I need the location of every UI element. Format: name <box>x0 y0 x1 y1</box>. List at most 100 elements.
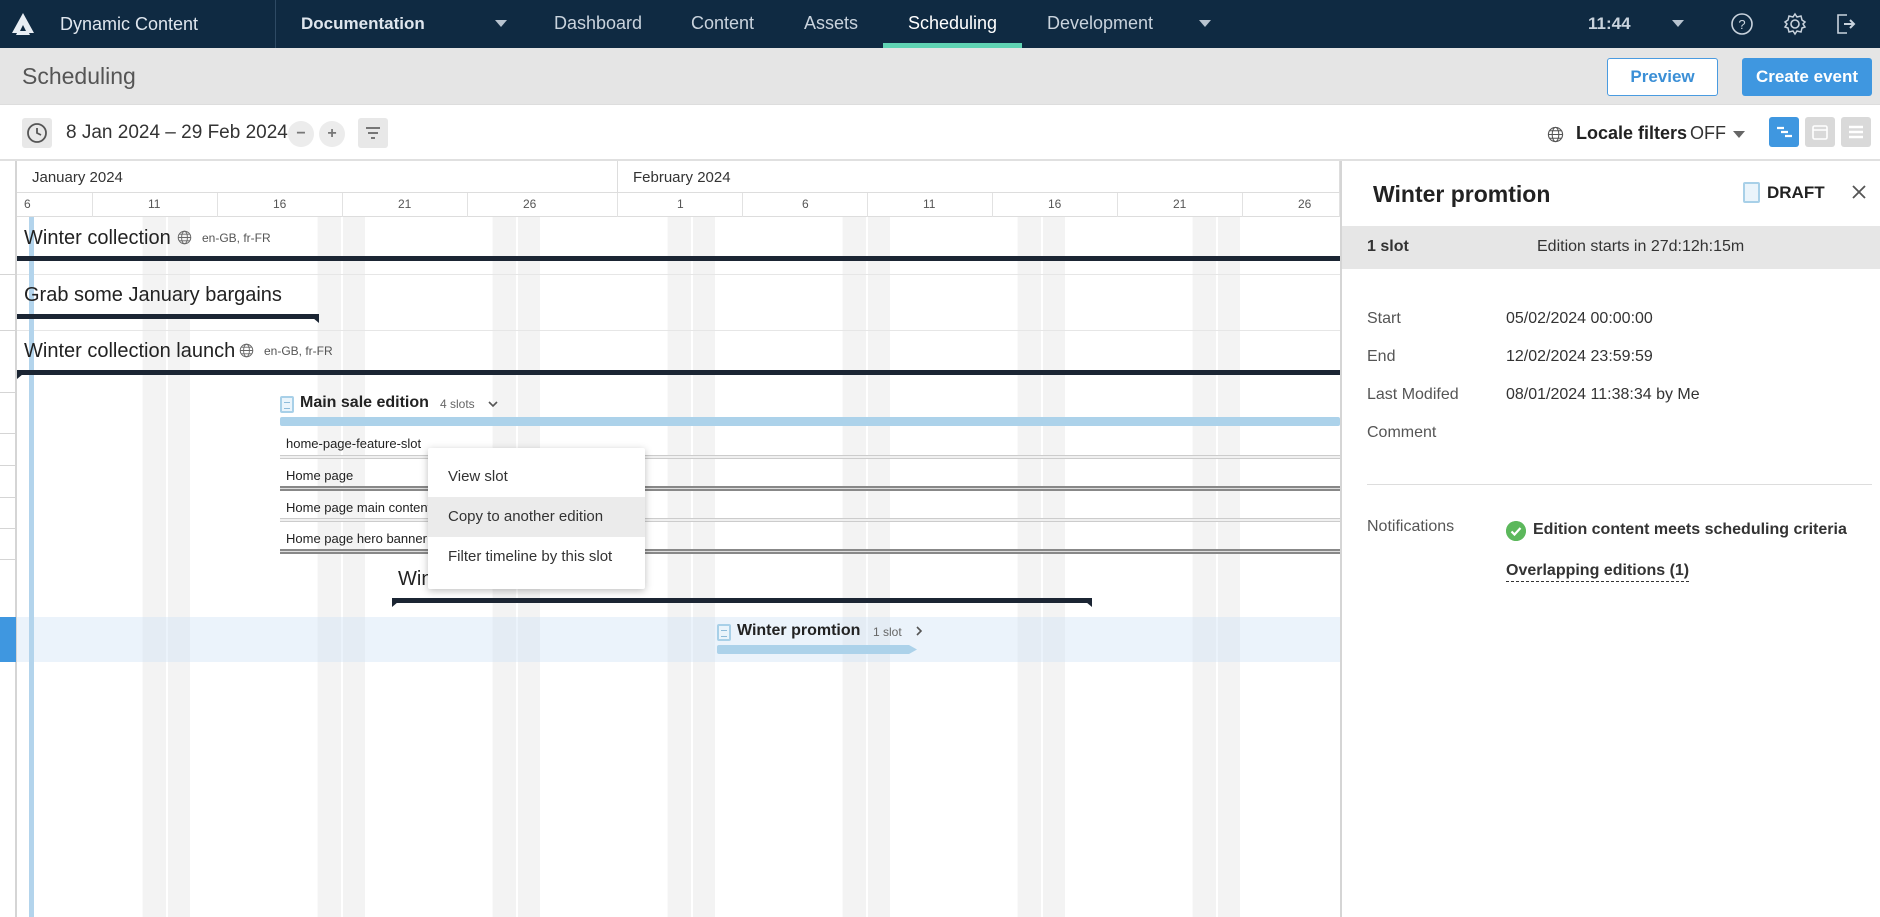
draft-document-icon <box>1743 182 1760 203</box>
globe-icon <box>239 343 254 358</box>
edition-document-icon <box>280 396 294 413</box>
edition-bar[interactable] <box>717 645 917 654</box>
chevron-down-icon[interactable] <box>487 398 499 410</box>
end-label: End <box>1367 348 1396 365</box>
slot-context-menu: View slot Copy to another edition Filter… <box>428 448 645 589</box>
date-range-label: 8 Jan 2024 – 29 Feb 2024 <box>66 122 288 143</box>
weekend-shade <box>667 217 715 917</box>
selected-edition-row <box>17 617 1340 662</box>
event-title[interactable]: Winter collection <box>24 227 171 250</box>
settings-gear-icon[interactable] <box>1782 11 1808 37</box>
event-bar[interactable] <box>17 314 319 323</box>
time-dropdown-caret-icon[interactable] <box>1672 20 1684 27</box>
event-locales: en-GB, fr-FR <box>264 344 333 358</box>
weekend-shade <box>317 217 365 917</box>
event-locales: en-GB, fr-FR <box>202 231 271 245</box>
last-modified-label: Last Modifed <box>1367 386 1459 403</box>
edition-bar[interactable] <box>280 417 1340 426</box>
weekend-shade <box>1017 217 1065 917</box>
list-view-button[interactable] <box>1841 117 1871 147</box>
edition-countdown: Edition starts in 27d:12h:15m <box>1537 238 1745 255</box>
locale-filters-dropdown[interactable]: OFF <box>1690 123 1726 144</box>
top-navigation: Dynamic Content Documentation Dashboard … <box>0 0 1880 48</box>
close-icon[interactable] <box>1850 183 1868 201</box>
weekend-shade <box>142 217 190 917</box>
panel-divider <box>1367 484 1872 485</box>
development-dropdown-caret-icon[interactable] <box>1199 20 1211 27</box>
menu-item-view-slot[interactable]: View slot <box>428 457 645 497</box>
zoom-out-button[interactable]: − <box>288 121 314 147</box>
logout-icon[interactable] <box>1833 11 1859 37</box>
svg-text:?: ? <box>1738 17 1745 32</box>
list-icon <box>1849 125 1863 139</box>
selected-row-marker <box>0 617 16 662</box>
hub-selector[interactable]: Documentation <box>301 14 425 34</box>
event-title[interactable]: Winter collection launch <box>24 340 235 363</box>
amplience-logo-icon[interactable] <box>10 11 36 37</box>
clock-time[interactable]: 11:44 <box>1588 14 1631 34</box>
hub-dropdown-caret-icon[interactable] <box>495 20 507 27</box>
tab-content[interactable]: Content <box>691 0 754 48</box>
notification-message: Edition content meets scheduling criteri… <box>1533 521 1847 538</box>
edition-slot-count: 1 slot <box>873 625 902 639</box>
event-title[interactable]: Grab some January bargains <box>24 284 282 307</box>
timeline-toolbar: 8 Jan 2024 – 29 Feb 2024 − + Locale filt… <box>0 105 1880 161</box>
timeline-view-button[interactable] <box>1769 117 1799 147</box>
day-tick: 26 <box>468 193 618 217</box>
app-name: Dynamic Content <box>60 14 199 34</box>
day-tick: 26 <box>1243 193 1340 217</box>
edition-summary-bar: 1 slot Edition starts in 27d:12h:15m <box>1342 226 1880 269</box>
page-title: Scheduling <box>22 63 136 89</box>
edition-details-panel: Winter promtion DRAFT 1 slot Edition sta… <box>1340 161 1880 917</box>
tab-development[interactable]: Development <box>1047 0 1153 48</box>
page-header: Scheduling Preview Create event <box>0 48 1880 105</box>
start-label: Start <box>1367 310 1401 327</box>
tab-dashboard[interactable]: Dashboard <box>554 0 642 48</box>
nav-divider <box>275 0 276 48</box>
last-modified-value: 08/01/2024 11:38:34 by Me <box>1506 386 1700 403</box>
menu-item-copy-to-another-edition[interactable]: Copy to another edition <box>428 497 645 537</box>
edition-document-icon <box>717 624 731 641</box>
edition-slot-count: 4 slots <box>440 397 475 411</box>
menu-item-filter-timeline-by-slot[interactable]: Filter timeline by this slot <box>428 537 645 577</box>
overlapping-editions-link[interactable]: Overlapping editions (1) <box>1506 562 1690 582</box>
edition-title[interactable]: Winter promtion <box>737 622 860 640</box>
slot-count: 1 slot <box>1367 238 1409 255</box>
preview-button[interactable]: Preview <box>1607 58 1718 96</box>
event-bar[interactable] <box>392 598 1092 607</box>
end-value: 12/02/2024 23:59:59 <box>1506 348 1653 365</box>
locale-filters-caret-icon[interactable] <box>1733 131 1745 138</box>
day-header: 6 11 16 21 26 1 6 11 16 21 26 <box>17 193 1340 217</box>
month-january: January 2024 <box>17 161 618 193</box>
calendar-view-button[interactable] <box>1805 117 1835 147</box>
chevron-right-icon[interactable] <box>913 625 925 637</box>
timeline-area[interactable]: January 2024 February 2024 6 11 16 21 26… <box>0 161 1340 917</box>
day-tick: 11 <box>93 193 218 217</box>
day-tick: 6 <box>743 193 868 217</box>
zoom-in-button[interactable]: + <box>319 121 345 147</box>
help-icon[interactable]: ? <box>1729 11 1755 37</box>
clock-icon <box>27 123 47 143</box>
weekend-shade <box>842 217 890 917</box>
date-range-picker-button[interactable] <box>22 118 52 148</box>
weekend-shade <box>1192 217 1240 917</box>
filter-icon <box>366 127 380 139</box>
event-bar[interactable] <box>17 370 1340 379</box>
slot-label[interactable]: Home page <box>286 468 353 483</box>
month-february: February 2024 <box>618 161 1340 193</box>
slot-label[interactable]: Home page hero banner <box>286 531 427 546</box>
slot-label[interactable]: Home page main content <box>286 500 431 515</box>
event-bar[interactable] <box>17 256 1340 261</box>
comment-label: Comment <box>1367 424 1437 441</box>
day-tick: 21 <box>1118 193 1243 217</box>
tab-scheduling[interactable]: Scheduling <box>882 0 1023 48</box>
edition-title[interactable]: Main sale edition <box>300 394 429 412</box>
filter-button[interactable] <box>358 118 388 148</box>
edition-title: Winter promtion <box>1373 181 1551 207</box>
day-tick: 16 <box>218 193 343 217</box>
globe-icon <box>177 230 192 245</box>
locale-filters-label: Locale filters <box>1576 123 1688 143</box>
create-event-button[interactable]: Create event <box>1742 58 1872 96</box>
slot-label[interactable]: home-page-feature-slot <box>286 436 421 451</box>
tab-assets[interactable]: Assets <box>804 0 858 48</box>
